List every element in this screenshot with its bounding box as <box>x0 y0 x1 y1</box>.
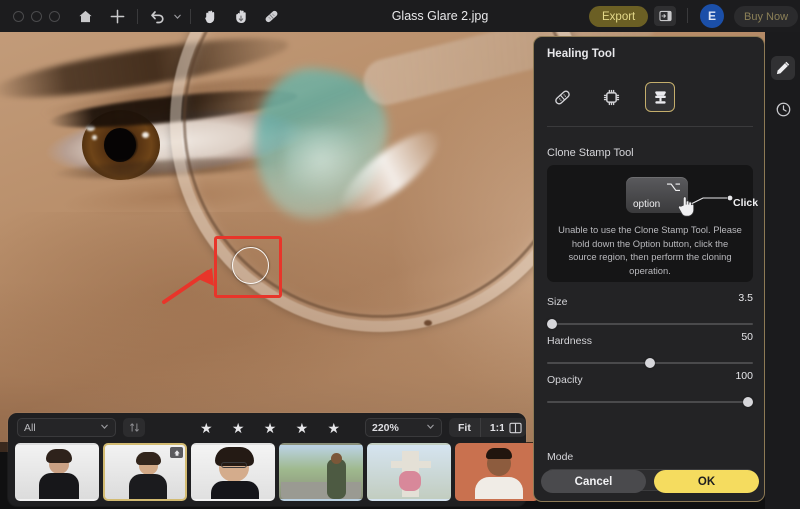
avatar[interactable]: E <box>700 4 724 28</box>
option-symbol: ⌥ <box>666 179 681 194</box>
option-key-label: option <box>633 199 661 210</box>
chevron-down-icon <box>100 422 109 433</box>
size-slider-group: 3.5 Size <box>547 292 753 329</box>
annotation-arrow-icon <box>162 268 214 304</box>
healing-tool-panel: Healing Tool Clone Stamp Tool ⌥ option C… <box>533 36 765 502</box>
hardness-slider[interactable] <box>547 358 753 368</box>
star-icon[interactable]: ★ <box>232 421 245 435</box>
export-button[interactable]: Export <box>589 6 649 27</box>
rating-stars[interactable]: ★ ★ ★ ★ ★ <box>200 418 340 437</box>
tool-hint-message: Unable to use the Clone Stamp Tool. Plea… <box>558 224 742 276</box>
page-title: Glass Glare 2.jpg <box>391 9 489 23</box>
add-image-icon[interactable] <box>104 3 130 29</box>
opacity-label: Opacity <box>547 374 583 386</box>
pupil <box>104 128 136 162</box>
catchlight <box>142 132 149 138</box>
minimize-button[interactable] <box>31 10 42 22</box>
size-slider-knob[interactable] <box>547 319 557 329</box>
mode-label: Mode <box>547 451 574 463</box>
hardness-label: Hardness <box>547 335 592 347</box>
zoom-level-dropdown[interactable]: 220% <box>365 418 442 437</box>
close-button[interactable] <box>13 10 24 22</box>
filmstrip-panel: All ★ ★ ★ ★ ★ 220% Fit 1:1 <box>8 413 627 506</box>
hardness-slider-knob[interactable] <box>645 358 655 368</box>
opacity-slider[interactable] <box>547 397 753 407</box>
size-value: 3.5 <box>738 292 753 304</box>
toolbar-divider <box>687 8 688 23</box>
opacity-slider-knob[interactable] <box>743 397 753 407</box>
spot-heal-tool-button[interactable] <box>547 82 577 112</box>
filter-dropdown-value: All <box>24 421 36 434</box>
cancel-button[interactable]: Cancel <box>541 470 646 493</box>
pointing-hand-icon <box>678 196 695 217</box>
hardness-slider-group: 50 Hardness <box>547 331 753 368</box>
brush-cursor-icon <box>232 247 269 284</box>
ok-button[interactable]: OK <box>654 470 759 493</box>
list-item[interactable] <box>367 443 451 501</box>
chevron-down-icon <box>426 422 435 433</box>
opacity-value: 100 <box>735 370 753 382</box>
undo-chevron-down-icon[interactable] <box>171 3 183 29</box>
ai-heal-tool-button[interactable] <box>596 82 626 112</box>
hardness-value: 50 <box>741 331 753 343</box>
bandage-icon[interactable] <box>258 3 284 29</box>
history-clock-icon[interactable] <box>771 97 795 121</box>
size-label: Size <box>547 296 568 308</box>
click-label: Click <box>733 197 759 209</box>
list-item[interactable] <box>15 443 99 501</box>
edited-badge-icon <box>170 447 183 458</box>
pencil-icon[interactable] <box>771 56 795 80</box>
catchlight <box>92 135 97 140</box>
star-icon[interactable]: ★ <box>200 421 213 435</box>
undo-icon[interactable] <box>145 3 171 29</box>
list-item[interactable] <box>455 443 539 501</box>
clone-stamp-tool-button[interactable] <box>645 82 675 112</box>
star-icon[interactable]: ★ <box>327 421 340 435</box>
star-icon[interactable]: ★ <box>264 421 277 435</box>
document-title-area: Glass Glare 2.jpg <box>330 9 550 23</box>
star-icon[interactable]: ★ <box>296 421 309 435</box>
right-tool-rail <box>765 32 800 509</box>
tool-hint-card: ⌥ option Click Unable to use the Clone S… <box>547 165 758 282</box>
skin-mole <box>424 320 432 326</box>
panel-title: Healing Tool <box>547 48 616 60</box>
sort-icon[interactable] <box>123 418 145 437</box>
list-item[interactable] <box>279 443 363 501</box>
home-icon[interactable] <box>72 3 98 29</box>
opacity-slider-group: 100 Opacity <box>547 370 753 407</box>
toolbar-divider <box>137 8 138 24</box>
panel-subtitle: Clone Stamp Tool <box>547 147 634 159</box>
zoom-level-value: 220% <box>372 421 399 434</box>
panel-actions: Cancel OK <box>541 470 759 493</box>
filmstrip-toolbar: All ★ ★ ★ ★ ★ 220% Fit 1:1 <box>8 413 526 441</box>
size-slider[interactable] <box>547 319 753 329</box>
panel-toggle-icon[interactable] <box>654 6 676 26</box>
filter-dropdown[interactable]: All <box>17 418 116 437</box>
list-item[interactable] <box>191 443 275 501</box>
panel-divider <box>547 126 753 127</box>
compare-view-icon[interactable] <box>504 418 526 437</box>
fit-button[interactable]: Fit <box>449 418 480 437</box>
hand-icon[interactable] <box>198 3 224 29</box>
window-controls[interactable] <box>13 10 60 22</box>
app-window: Glass Glare 2.jpg Export E Buy Now All ★… <box>0 0 800 509</box>
healing-tool-options <box>547 82 675 112</box>
maximize-button[interactable] <box>49 10 60 22</box>
pointer-down-icon[interactable] <box>228 3 254 29</box>
toolbar-divider <box>190 8 191 24</box>
buy-now-button[interactable]: Buy Now <box>734 6 799 27</box>
title-bar: Glass Glare 2.jpg Export E Buy Now <box>0 0 800 32</box>
list-item[interactable] <box>103 443 187 501</box>
